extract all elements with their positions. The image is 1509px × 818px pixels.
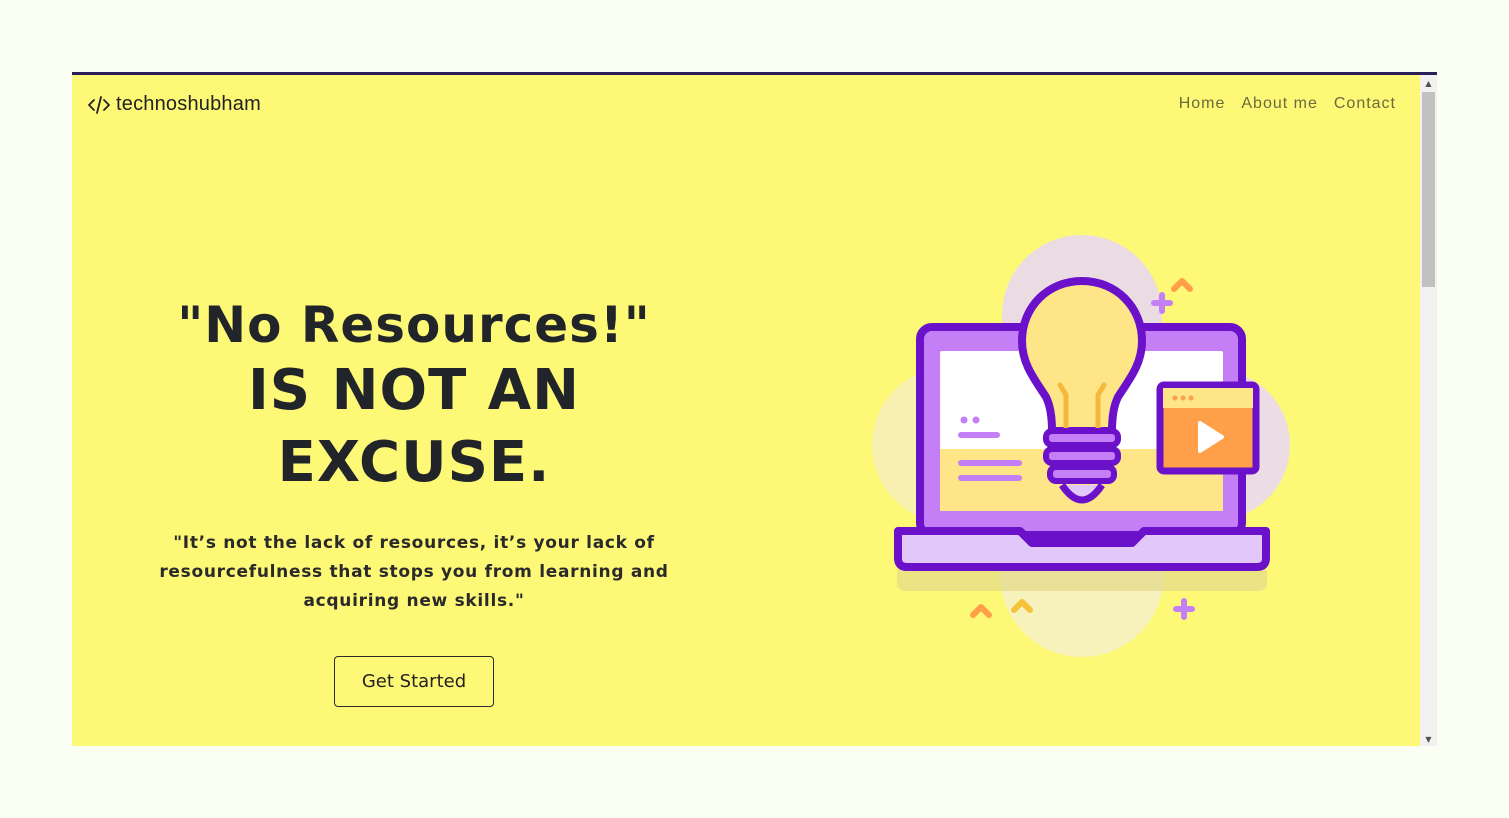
nav-link-home[interactable]: Home xyxy=(1179,95,1226,113)
get-started-button[interactable]: Get Started xyxy=(334,656,494,707)
scrollbar-thumb[interactable] xyxy=(1422,92,1435,287)
lightbulb-base xyxy=(1043,428,1121,448)
headline-line-2: IS NOT AN EXCUSE. xyxy=(247,358,581,495)
screen-line xyxy=(958,460,1022,466)
laptop-lightbulb-illustration xyxy=(872,235,1290,657)
sparkle-chevron-icon xyxy=(970,604,992,618)
browser-viewport: technoshubham Home About me Contact "No … xyxy=(72,72,1437,746)
brand-name: technoshubham xyxy=(116,93,261,115)
video-card-dot xyxy=(1180,395,1186,401)
vertical-scrollbar[interactable]: ▲ ▼ xyxy=(1420,75,1437,746)
screen-dot xyxy=(972,416,980,424)
brand[interactable]: technoshubham xyxy=(86,93,261,116)
sparkle-plus-icon xyxy=(1173,598,1195,620)
video-card-dot xyxy=(1172,395,1178,401)
nav-links: Home About me Contact xyxy=(1179,95,1396,113)
nav-link-contact[interactable]: Contact xyxy=(1334,95,1396,113)
video-card-dot xyxy=(1188,395,1194,401)
hero-quote: "It’s not the lack of resources, it’s yo… xyxy=(159,533,669,611)
code-icon xyxy=(88,95,110,114)
hero-text: "No Resources!" IS NOT AN EXCUSE. "It’s … xyxy=(112,295,716,707)
screen-line xyxy=(958,432,1000,438)
screen-line xyxy=(958,475,1022,481)
lightbulb-base xyxy=(1043,446,1121,466)
scroll-up-icon[interactable]: ▲ xyxy=(1420,77,1437,91)
sparkle-chevron-icon xyxy=(1171,278,1193,292)
screen-dot xyxy=(960,416,968,424)
nav-link-about[interactable]: About me xyxy=(1241,95,1317,113)
headline-line-1: "No Resources!" xyxy=(177,296,651,354)
scroll-down-icon[interactable]: ▼ xyxy=(1420,733,1437,746)
lightbulb-base xyxy=(1047,464,1117,484)
navbar: technoshubham Home About me Contact xyxy=(72,75,1420,135)
